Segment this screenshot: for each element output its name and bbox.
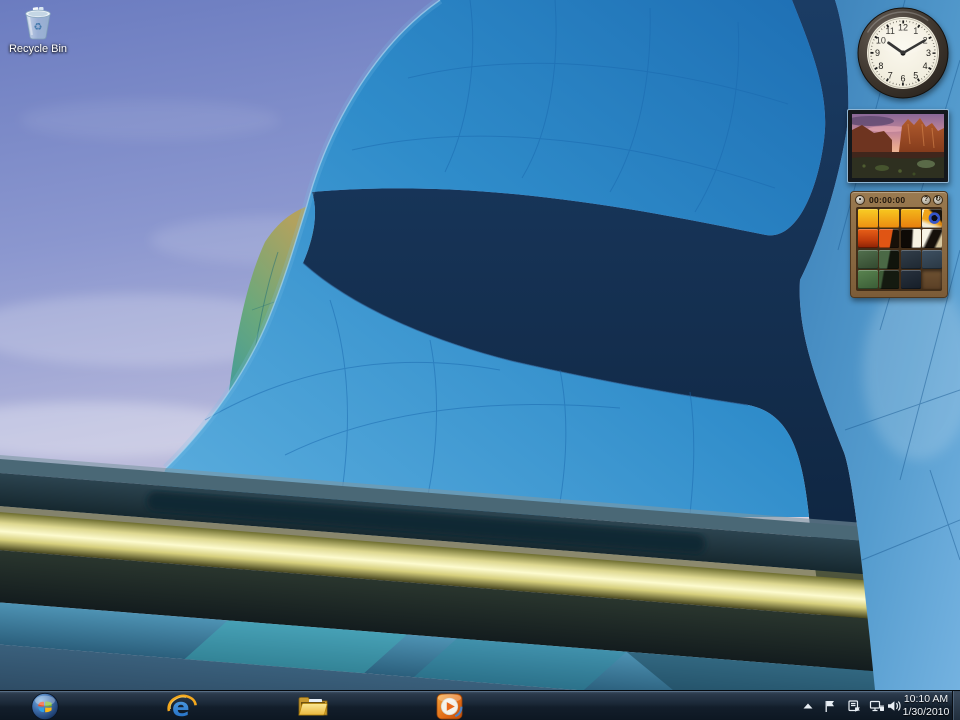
puzzle-tile[interactable] xyxy=(901,250,921,269)
svg-text:3: 3 xyxy=(926,48,931,58)
puzzle-gadget[interactable]: 00:00:00 ? ↻ xyxy=(850,191,948,298)
recycle-bin-icon: ♻ xyxy=(17,4,59,42)
puzzle-tile[interactable] xyxy=(879,270,899,289)
svg-text:6: 6 xyxy=(900,74,905,84)
puzzle-tile[interactable] xyxy=(879,209,899,228)
chevron-up-icon xyxy=(804,704,813,709)
device-icon xyxy=(849,701,859,712)
tray-clock[interactable]: 10:10 AM 1/30/2010 xyxy=(898,693,954,720)
folder-icon xyxy=(296,692,330,720)
device-tray-button[interactable] xyxy=(846,698,862,714)
recycle-bin[interactable]: ♻ Recycle Bin xyxy=(6,4,70,55)
slideshow-photo-desert-canyon xyxy=(852,114,944,178)
svg-text:8: 8 xyxy=(878,61,883,71)
internet-explorer-icon: e xyxy=(165,692,199,720)
svg-text:7: 7 xyxy=(888,70,893,80)
puzzle-tile[interactable] xyxy=(858,229,878,248)
tray-date: 1/30/2010 xyxy=(898,706,954,719)
windows-start-orb-icon xyxy=(30,692,60,720)
show-hidden-icons-button[interactable] xyxy=(802,702,814,710)
network-icon xyxy=(871,702,885,712)
action-center-tray-button[interactable] xyxy=(823,698,839,714)
taskbar: e xyxy=(0,690,960,720)
puzzle-timer-icon[interactable] xyxy=(855,195,865,205)
media-player-icon xyxy=(435,692,464,720)
flag-icon xyxy=(826,701,834,712)
taskbar-internet-explorer[interactable]: e xyxy=(164,692,200,720)
svg-text:5: 5 xyxy=(913,70,918,80)
tray-time: 10:10 AM xyxy=(898,693,954,706)
svg-text:4: 4 xyxy=(923,61,928,71)
puzzle-shuffle-button[interactable]: ↻ xyxy=(933,195,943,205)
recycle-bin-label[interactable]: Recycle Bin xyxy=(6,43,70,55)
puzzle-tile[interactable] xyxy=(858,250,878,269)
puzzle-tile[interactable] xyxy=(922,229,942,248)
svg-text:9: 9 xyxy=(875,48,880,58)
puzzle-show-picture-button[interactable]: ? xyxy=(921,195,931,205)
puzzle-tile[interactable] xyxy=(922,250,942,269)
puzzle-toolbar: 00:00:00 ? ↻ xyxy=(851,192,947,207)
start-button[interactable] xyxy=(29,692,61,720)
desktop-area: ♻ Recycle Bin 12 1 2 3 4 5 6 xyxy=(0,0,960,690)
taskbar-windows-explorer[interactable] xyxy=(294,692,332,720)
puzzle-tile[interactable] xyxy=(901,270,921,289)
puzzle-tile[interactable] xyxy=(858,270,878,289)
puzzle-tile[interactable] xyxy=(901,229,921,248)
puzzle-tile[interactable] xyxy=(879,229,899,248)
puzzle-timer: 00:00:00 xyxy=(867,195,919,205)
network-tray-button[interactable] xyxy=(868,698,886,714)
taskbar-windows-media-player[interactable] xyxy=(431,692,467,720)
puzzle-tile[interactable] xyxy=(858,209,878,228)
clock-gadget[interactable]: 12 1 2 3 4 5 6 7 8 9 10 11 xyxy=(857,7,949,99)
puzzle-tile[interactable] xyxy=(901,209,921,228)
svg-text:♻: ♻ xyxy=(34,22,43,33)
puzzle-empty-slot[interactable] xyxy=(922,270,942,289)
desktop-wallpaper xyxy=(0,0,960,690)
puzzle-tile-toucan-eye[interactable] xyxy=(922,209,942,228)
puzzle-grid xyxy=(856,207,942,291)
puzzle-tile[interactable] xyxy=(879,250,899,269)
windows7-desktop: ♻ Recycle Bin 12 1 2 3 4 5 6 xyxy=(0,0,960,720)
show-desktop-button[interactable] xyxy=(952,691,960,720)
slideshow-gadget[interactable] xyxy=(847,109,949,183)
